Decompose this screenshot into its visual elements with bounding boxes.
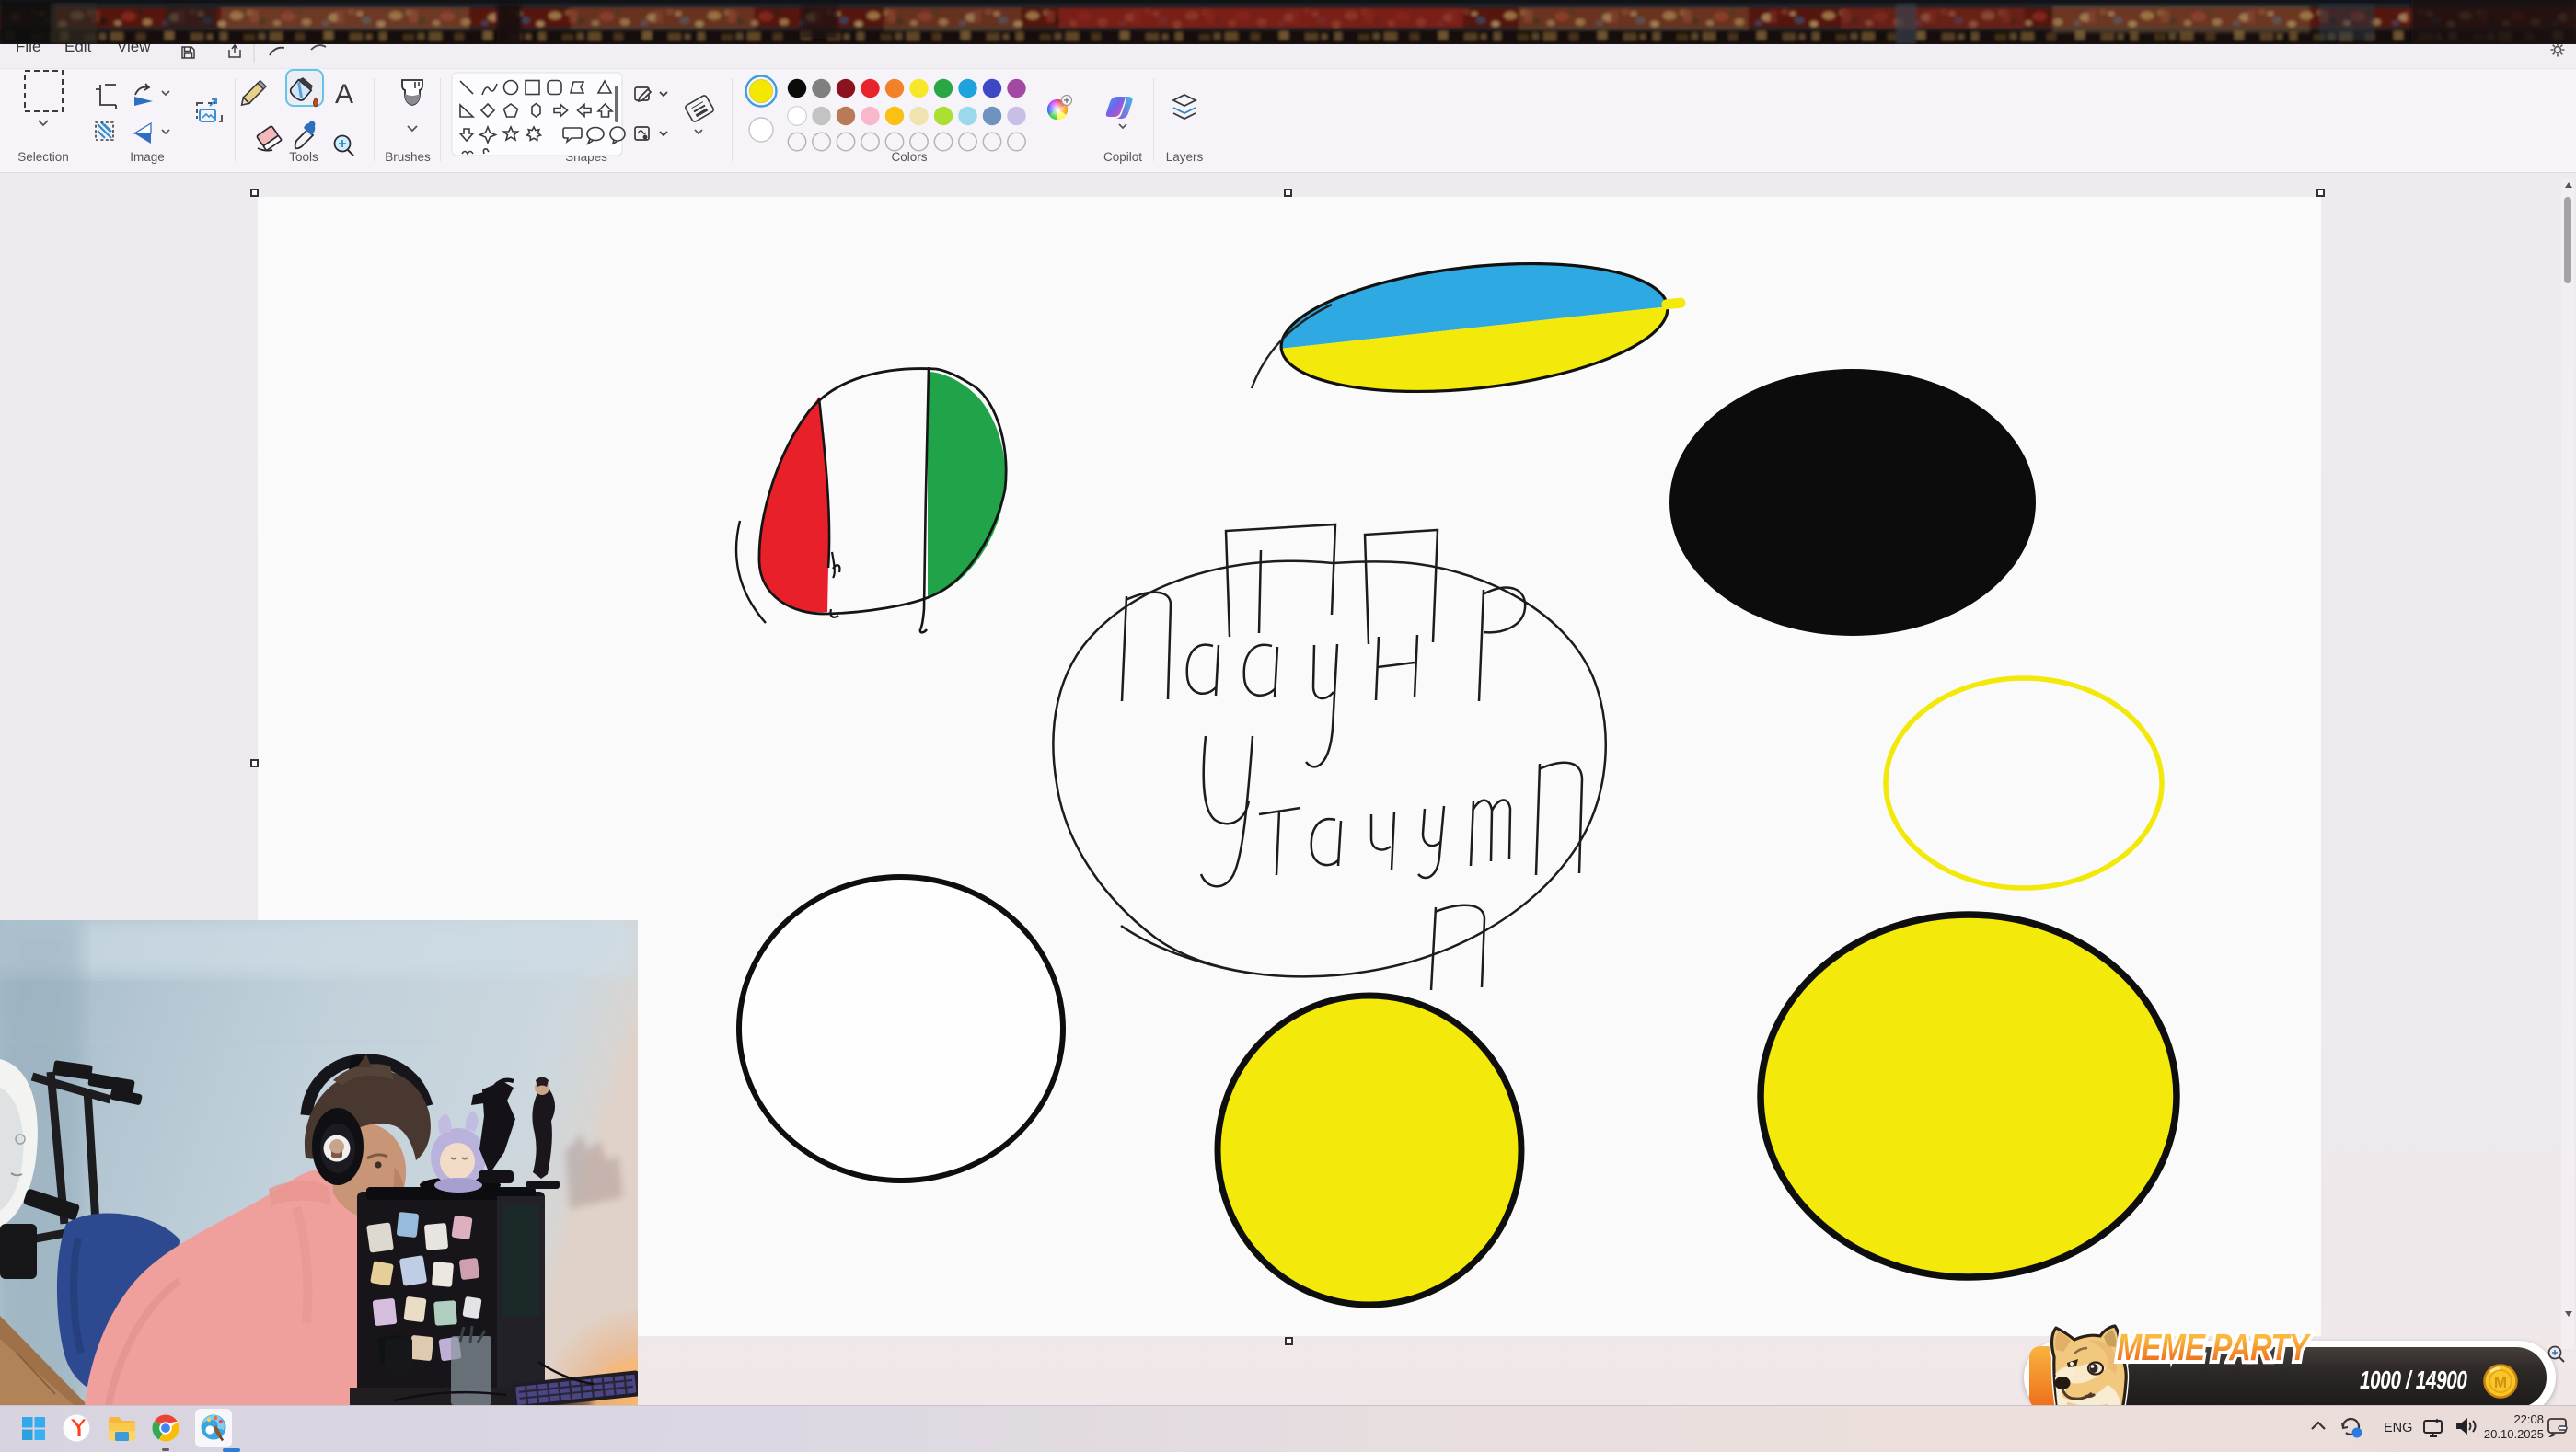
svg-text:M: M [2494,1374,2507,1391]
svg-text:ENG: ENG [2384,1421,2412,1435]
svg-text:A: A [335,79,353,109]
